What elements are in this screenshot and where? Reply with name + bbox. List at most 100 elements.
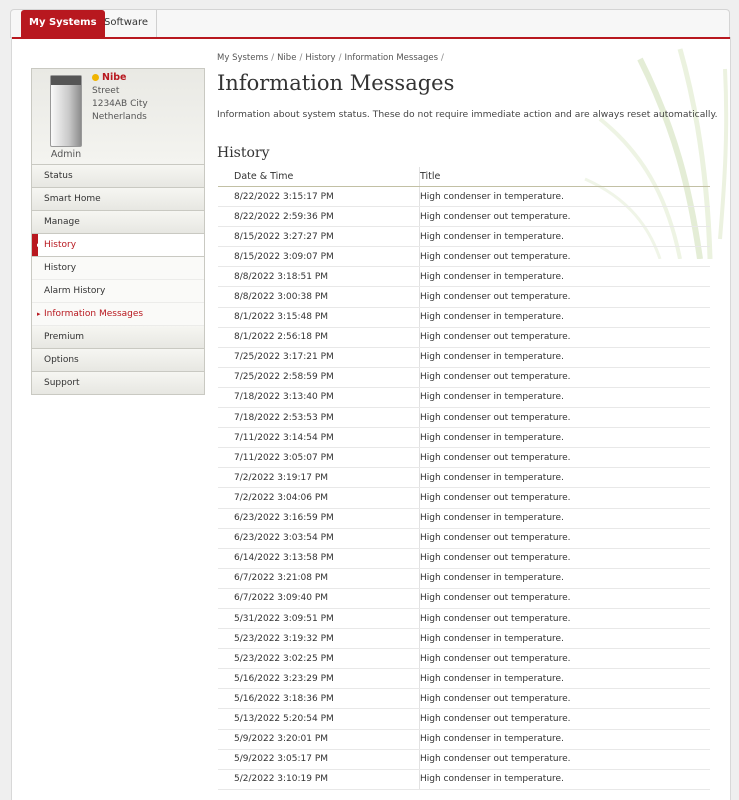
cell-datetime: 7/25/2022 2:58:59 PM xyxy=(234,367,420,388)
cell-title: High condenser in temperature. xyxy=(419,347,710,368)
breadcrumb-link[interactable]: My Systems xyxy=(217,53,268,63)
cell-title: High condenser out temperature. xyxy=(419,286,710,308)
table-row[interactable]: 8/1/2022 3:15:48 PM High condenser in tem… xyxy=(218,307,710,328)
system-card[interactable]: Admin Nibe Street 1234AB City Netherland… xyxy=(32,69,204,165)
table-row[interactable]: 6/7/2022 3:21:08 PM High condenser in tem… xyxy=(218,568,710,589)
table-row[interactable]: 5/23/2022 3:02:25 PM High condenser out t… xyxy=(218,648,710,670)
table-row[interactable]: 5/16/2022 3:23:29 PM High condenser in te… xyxy=(218,668,710,690)
breadcrumb-separator: / xyxy=(441,53,444,63)
breadcrumb-link[interactable]: Nibe xyxy=(277,53,296,63)
sidebar-item-smart-home[interactable]: Smart Home xyxy=(32,188,204,211)
user-role: Admin xyxy=(50,149,82,160)
table-row[interactable]: 7/25/2022 2:58:59 PM High condenser out t… xyxy=(218,367,710,388)
system-street: Street xyxy=(92,86,120,96)
row-spacer xyxy=(218,427,234,449)
sidebar-item-label: History xyxy=(44,240,77,250)
cell-title: High condenser out temperature. xyxy=(419,487,710,509)
table-row[interactable]: 7/18/2022 2:53:53 PM High condenser out t… xyxy=(218,407,710,429)
table-row[interactable]: 6/7/2022 3:09:40 PM High condenser out te… xyxy=(218,588,710,609)
table-row[interactable]: 7/11/2022 3:14:54 PM High condenser in te… xyxy=(218,427,710,449)
breadcrumb: My Systems / Nibe / History / Information Mess… xyxy=(217,53,447,63)
current-arrow-icon: ▸ xyxy=(37,310,41,318)
sidebar-item-manage[interactable]: Manage xyxy=(32,211,204,234)
top-bar: My Systems Software xyxy=(0,0,739,38)
system-city: 1234AB City xyxy=(92,99,148,109)
sidebar: Admin Nibe Street 1234AB City Netherland… xyxy=(31,68,205,395)
sidebar-item-options[interactable]: Options xyxy=(32,349,204,372)
page-content: Admin Nibe Street 1234AB City Netherland… xyxy=(11,37,731,800)
table-row[interactable]: 8/15/2022 3:09:07 PM High condenser out t… xyxy=(218,246,710,268)
table-header-spacer xyxy=(218,167,234,187)
breadcrumb-separator: / xyxy=(338,53,342,63)
cell-title: High condenser in temperature. xyxy=(419,226,710,248)
cell-datetime: 8/15/2022 3:09:07 PM xyxy=(234,246,420,268)
sidebar-item-status[interactable]: Status xyxy=(32,165,204,188)
breadcrumb-separator: / xyxy=(271,53,275,63)
table-row[interactable]: 8/15/2022 3:27:27 PM High condenser in te… xyxy=(218,226,710,248)
cell-datetime: 6/23/2022 3:16:59 PM xyxy=(234,508,420,529)
cell-datetime: 6/14/2022 3:13:58 PM xyxy=(234,548,420,569)
table-row[interactable]: 6/23/2022 3:03:54 PM High condenser out t… xyxy=(218,528,710,549)
table-row[interactable]: 7/2/2022 3:19:17 PM High condenser in tem… xyxy=(218,467,710,489)
cell-title: High condenser in temperature. xyxy=(419,508,710,529)
table-row[interactable]: 5/9/2022 3:05:17 PM High condenser out te… xyxy=(218,749,710,770)
breadcrumb-link[interactable]: Information Messages xyxy=(344,53,438,63)
sidebar-item-history[interactable]: ▸ History xyxy=(32,234,204,257)
table-row[interactable]: 7/2/2022 3:04:06 PM High condenser out te… xyxy=(218,487,710,509)
cell-title: High condenser out temperature. xyxy=(419,608,710,630)
table-row[interactable]: 6/23/2022 3:16:59 PM High condenser in te… xyxy=(218,508,710,529)
cell-datetime: 7/25/2022 3:17:21 PM xyxy=(234,347,420,368)
table-row[interactable]: 5/9/2022 3:20:01 PM High condenser in tem… xyxy=(218,729,710,750)
column-header-datetime[interactable]: Date & Time xyxy=(234,167,420,187)
system-name[interactable]: Nibe xyxy=(102,72,126,83)
table-row[interactable]: 5/16/2022 3:18:36 PM High condenser out t… xyxy=(218,688,710,710)
table-row[interactable]: 6/14/2022 3:13:58 PM High condenser out t… xyxy=(218,548,710,569)
cell-datetime: 8/15/2022 3:27:27 PM xyxy=(234,226,420,248)
history-table: Date & Time Title 8/22/2022 3:15:17 PM Hi… xyxy=(218,167,710,790)
table-row[interactable]: 8/1/2022 2:56:18 PM High condenser out te… xyxy=(218,327,710,348)
sidebar-subitem-alarm-history[interactable]: Alarm History xyxy=(32,280,204,303)
cell-title: High condenser out temperature. xyxy=(419,548,710,569)
sidebar-subitem-information-messages[interactable]: ▸ Information Messages xyxy=(32,303,204,326)
column-header-title[interactable]: Title xyxy=(419,167,710,187)
cell-datetime: 5/9/2022 3:05:17 PM xyxy=(234,749,420,770)
table-row[interactable]: 8/8/2022 3:00:38 PM High condenser out te… xyxy=(218,286,710,308)
cell-title: High condenser in temperature. xyxy=(419,467,710,489)
row-spacer xyxy=(218,266,234,288)
row-spacer xyxy=(218,588,234,609)
row-spacer xyxy=(218,769,234,790)
row-spacer xyxy=(218,447,234,469)
row-spacer xyxy=(218,628,234,650)
table-row[interactable]: 8/22/2022 3:15:17 PM High condenser in te… xyxy=(218,186,710,208)
breadcrumb-link[interactable]: History xyxy=(305,53,335,63)
row-spacer xyxy=(218,286,234,308)
tab-my-systems[interactable]: My Systems xyxy=(21,10,105,38)
table-row[interactable]: 5/2/2022 3:10:19 PM High condenser in tem… xyxy=(218,769,710,790)
table-row[interactable]: 7/11/2022 3:05:07 PM High condenser out t… xyxy=(218,447,710,469)
cell-datetime: 7/11/2022 3:05:07 PM xyxy=(234,447,420,469)
cell-title: High condenser in temperature. xyxy=(419,307,710,328)
tab-software[interactable]: Software xyxy=(96,10,157,38)
table-row[interactable]: 5/23/2022 3:19:32 PM High condenser in te… xyxy=(218,628,710,650)
table-row[interactable]: 8/22/2022 2:59:36 PM High condenser out t… xyxy=(218,206,710,228)
row-spacer xyxy=(218,467,234,489)
row-spacer xyxy=(218,648,234,670)
cell-datetime: 7/2/2022 3:19:17 PM xyxy=(234,467,420,489)
table-row[interactable]: 7/25/2022 3:17:21 PM High condenser in te… xyxy=(218,347,710,368)
table-row[interactable]: 5/13/2022 5:20:54 PM High condenser out t… xyxy=(218,708,710,730)
sidebar-item-premium[interactable]: Premium xyxy=(32,326,204,349)
cell-title: High condenser in temperature. xyxy=(419,186,710,208)
table-row[interactable]: 5/31/2022 3:09:51 PM High condenser out t… xyxy=(218,608,710,630)
sidebar-subitem-history[interactable]: History xyxy=(32,257,204,280)
row-spacer xyxy=(218,568,234,589)
row-spacer xyxy=(218,347,234,368)
sidebar-item-support[interactable]: Support xyxy=(32,372,204,394)
table-row[interactable]: 7/18/2022 3:13:40 PM High condenser in te… xyxy=(218,387,710,409)
cell-datetime: 5/23/2022 3:19:32 PM xyxy=(234,628,420,650)
table-row[interactable]: 8/8/2022 3:18:51 PM High condenser in tem… xyxy=(218,266,710,288)
row-spacer xyxy=(218,407,234,429)
page-title: Information Messages xyxy=(217,71,455,95)
cell-datetime: 8/8/2022 3:00:38 PM xyxy=(234,286,420,308)
cell-title: High condenser in temperature. xyxy=(419,266,710,288)
page-description: Information about system status. These d… xyxy=(217,109,718,120)
